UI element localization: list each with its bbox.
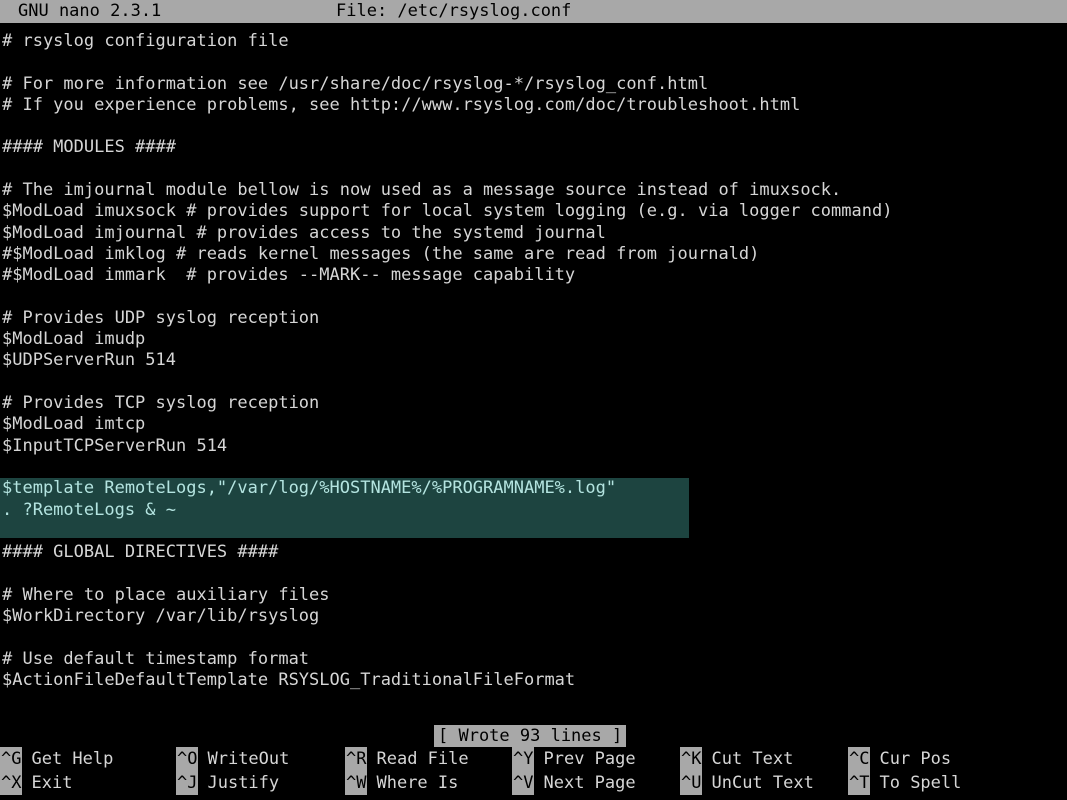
shortcut-row-1: ^G Get Help ^O WriteOut ^R Read File ^Y Prev Pa… bbox=[0, 747, 1067, 771]
editor-line[interactable] bbox=[0, 372, 1067, 393]
editor-line[interactable]: $ModLoad imudp bbox=[0, 329, 1067, 350]
editor-line[interactable]: # Use default timestamp format bbox=[0, 649, 1067, 670]
shortcut-footer: ^G Get Help ^O WriteOut ^R Read File ^Y Prev Pa… bbox=[0, 747, 1067, 800]
editor-line[interactable]: # Provides TCP syslog reception bbox=[0, 393, 1067, 414]
shortcut-cur-pos[interactable]: ^C Cur Pos bbox=[848, 747, 951, 771]
shortcut-key-chip: ^J bbox=[176, 771, 199, 795]
editor-text-area[interactable]: # rsyslog configuration file # For more i… bbox=[0, 31, 1067, 721]
editor-line[interactable] bbox=[0, 457, 1067, 478]
shortcut-key-chip: ^R bbox=[345, 747, 368, 771]
editor-line[interactable]: $ModLoad imjournal # provides access to … bbox=[0, 223, 1067, 244]
shortcut-writeout[interactable]: ^O WriteOut bbox=[176, 747, 289, 771]
editor-line[interactable]: $ActionFileDefaultTemplate RSYSLOG_Tradi… bbox=[0, 670, 1067, 691]
editor-line[interactable]: $ModLoad imtcp bbox=[0, 414, 1067, 435]
editor-line[interactable]: # rsyslog configuration file bbox=[0, 31, 1067, 52]
shortcut-key-chip: ^G bbox=[0, 747, 23, 771]
editor-line[interactable]: #### GLOBAL DIRECTIVES #### bbox=[0, 542, 1067, 563]
shortcut-label: Cut Text bbox=[711, 749, 794, 769]
shortcut-key-chip: ^U bbox=[680, 771, 703, 795]
editor-line[interactable]: $InputTCPServerRun 514 bbox=[0, 436, 1067, 457]
shortcut-key-chip: ^C bbox=[848, 747, 871, 771]
editor-line[interactable]: #### MODULES #### bbox=[0, 137, 1067, 158]
shortcut-key-chip: ^V bbox=[512, 771, 535, 795]
editor-line[interactable] bbox=[0, 627, 1067, 648]
shortcut-label: Justify bbox=[207, 773, 280, 793]
shortcut-where-is[interactable]: ^W Where Is bbox=[345, 771, 458, 795]
editor-line[interactable] bbox=[0, 116, 1067, 137]
editor-line[interactable]: $UDPServerRun 514 bbox=[0, 350, 1067, 371]
titlebar-version: GNU nano 2.3.1 bbox=[18, 1, 162, 21]
shortcut-next-page[interactable]: ^V Next Page bbox=[512, 771, 636, 795]
editor-line[interactable] bbox=[0, 287, 1067, 308]
nano-terminal-window: GNU nano 2.3.1 File: /etc/rsyslog.conf #… bbox=[0, 0, 1067, 800]
editor-line[interactable]: # For more information see /usr/share/do… bbox=[0, 74, 1067, 95]
shortcut-label: Cur Pos bbox=[879, 749, 952, 769]
shortcut-label: Next Page bbox=[543, 773, 636, 793]
status-message: [ Wrote 93 lines ] bbox=[434, 725, 627, 747]
titlebar-filename: File: /etc/rsyslog.conf bbox=[336, 1, 572, 21]
editor-line-highlighted[interactable]: . ?RemoteLogs & ~ bbox=[0, 500, 1067, 521]
shortcut-key-chip: ^W bbox=[345, 771, 368, 795]
shortcut-key-chip: ^T bbox=[848, 771, 871, 795]
editor-line[interactable]: #$ModLoad immark # provides --MARK-- mes… bbox=[0, 265, 1067, 286]
shortcut-exit[interactable]: ^X Exit bbox=[0, 771, 72, 795]
editor-line[interactable] bbox=[0, 563, 1067, 584]
shortcut-key-chip: ^X bbox=[0, 771, 23, 795]
editor-line[interactable] bbox=[0, 159, 1067, 180]
shortcut-label: UnCut Text bbox=[711, 773, 814, 793]
editor-line[interactable] bbox=[0, 521, 1067, 542]
shortcut-label: WriteOut bbox=[207, 749, 290, 769]
editor-line[interactable]: $ModLoad imuxsock # provides support for… bbox=[0, 201, 1067, 222]
shortcut-read-file[interactable]: ^R Read File bbox=[345, 747, 469, 771]
editor-line[interactable]: # Provides UDP syslog reception bbox=[0, 308, 1067, 329]
shortcut-cut-text[interactable]: ^K Cut Text bbox=[680, 747, 793, 771]
shortcut-key-chip: ^O bbox=[176, 747, 199, 771]
shortcut-get-help[interactable]: ^G Get Help bbox=[0, 747, 113, 771]
shortcut-label: Where Is bbox=[376, 773, 459, 793]
shortcut-label: Get Help bbox=[31, 749, 114, 769]
shortcut-label: Read File bbox=[376, 749, 469, 769]
shortcut-row-2: ^X Exit ^J Justify ^W Where Is ^V Next Page ^U Un… bbox=[0, 771, 1067, 795]
editor-line-highlighted[interactable]: $template RemoteLogs,"/var/log/%HOSTNAME… bbox=[0, 478, 1067, 499]
shortcut-justify[interactable]: ^J Justify bbox=[176, 771, 279, 795]
titlebar: GNU nano 2.3.1 File: /etc/rsyslog.conf bbox=[0, 0, 1067, 23]
shortcut-label: Exit bbox=[31, 773, 73, 793]
shortcut-key-chip: ^K bbox=[680, 747, 703, 771]
editor-line[interactable]: # The imjournal module bellow is now use… bbox=[0, 180, 1067, 201]
shortcut-to-spell[interactable]: ^T To Spell bbox=[848, 771, 961, 795]
shortcut-prev-page[interactable]: ^Y Prev Page bbox=[512, 747, 636, 771]
editor-lines[interactable]: # rsyslog configuration file # For more i… bbox=[0, 31, 1067, 691]
shortcut-label: To Spell bbox=[879, 773, 962, 793]
editor-line[interactable]: # Where to place auxiliary files bbox=[0, 585, 1067, 606]
shortcut-uncut-text[interactable]: ^U UnCut Text bbox=[680, 771, 814, 795]
shortcut-label: Prev Page bbox=[543, 749, 636, 769]
editor-line[interactable]: #$ModLoad imklog # reads kernel messages… bbox=[0, 244, 1067, 265]
editor-line[interactable]: $WorkDirectory /var/lib/rsyslog bbox=[0, 606, 1067, 627]
shortcut-key-chip: ^Y bbox=[512, 747, 535, 771]
editor-line[interactable]: # If you experience problems, see http:/… bbox=[0, 95, 1067, 116]
editor-line[interactable] bbox=[0, 52, 1067, 73]
